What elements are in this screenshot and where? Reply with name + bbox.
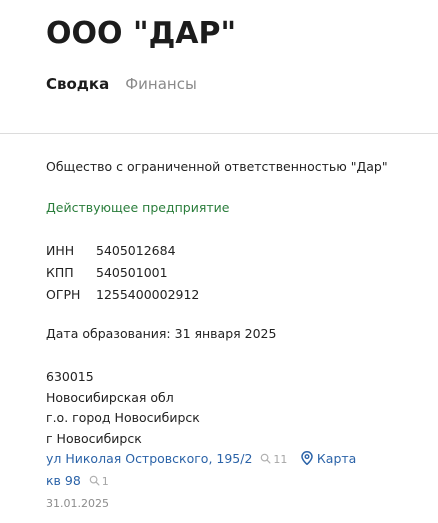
street-search-count[interactable]: 11: [260, 453, 291, 466]
registration-date: Дата образования: 31 января 2025: [46, 326, 277, 341]
company-title: ООО "ДАР": [46, 16, 237, 51]
company-codes: ИНН 5405012684 КПП 540501001 ОГРН 125540…: [46, 240, 199, 306]
code-row-ogrn: ОГРН 1255400002912: [46, 284, 199, 306]
code-label: ОГРН: [46, 287, 81, 302]
address-office-line: кв 98 1: [46, 471, 406, 493]
map-link[interactable]: Карта: [301, 451, 356, 466]
street-search-count-value: 11: [273, 453, 288, 466]
code-label: ИНН: [46, 243, 75, 258]
code-row-kpp: КПП 540501001: [46, 262, 199, 284]
address-date: 31.01.2025: [46, 497, 109, 510]
code-value: 1255400002912: [96, 287, 200, 302]
office-search-count-value: 1: [101, 474, 109, 488]
tab-finance[interactable]: Финансы: [125, 75, 197, 93]
map-pin-icon: [301, 451, 313, 466]
search-icon: [261, 453, 271, 464]
postal-code: 630015: [46, 369, 94, 384]
office-search-count[interactable]: 1: [89, 475, 109, 488]
status-badge: Действующее предприятие: [46, 200, 230, 215]
office-link[interactable]: кв 98: [46, 473, 81, 488]
tab-summary[interactable]: Сводка: [46, 75, 109, 93]
code-row-inn: ИНН 5405012684: [46, 240, 199, 262]
divider: [0, 133, 438, 134]
address-block: 630015 Новосибирская обл г.о. город Ново…: [46, 367, 406, 515]
map-link-label: Карта: [316, 451, 357, 466]
address-street-line: ул Николая Островского, 195/2 11 Карта: [46, 449, 406, 471]
code-label: КПП: [46, 265, 74, 280]
address-district: г.о. город Новосибирск: [46, 410, 200, 425]
search-icon: [89, 475, 100, 485]
address-city: г Новосибирск: [46, 430, 142, 446]
address-region: Новосибирская обл: [46, 389, 174, 405]
code-value: 5405012684: [96, 243, 176, 258]
street-link[interactable]: ул Николая Островского, 195/2: [46, 451, 252, 466]
tabs: Сводка Финансы: [46, 75, 197, 93]
company-full-name: Общество с ограниченной ответственностью…: [46, 159, 388, 174]
code-value: 540501001: [96, 265, 168, 280]
